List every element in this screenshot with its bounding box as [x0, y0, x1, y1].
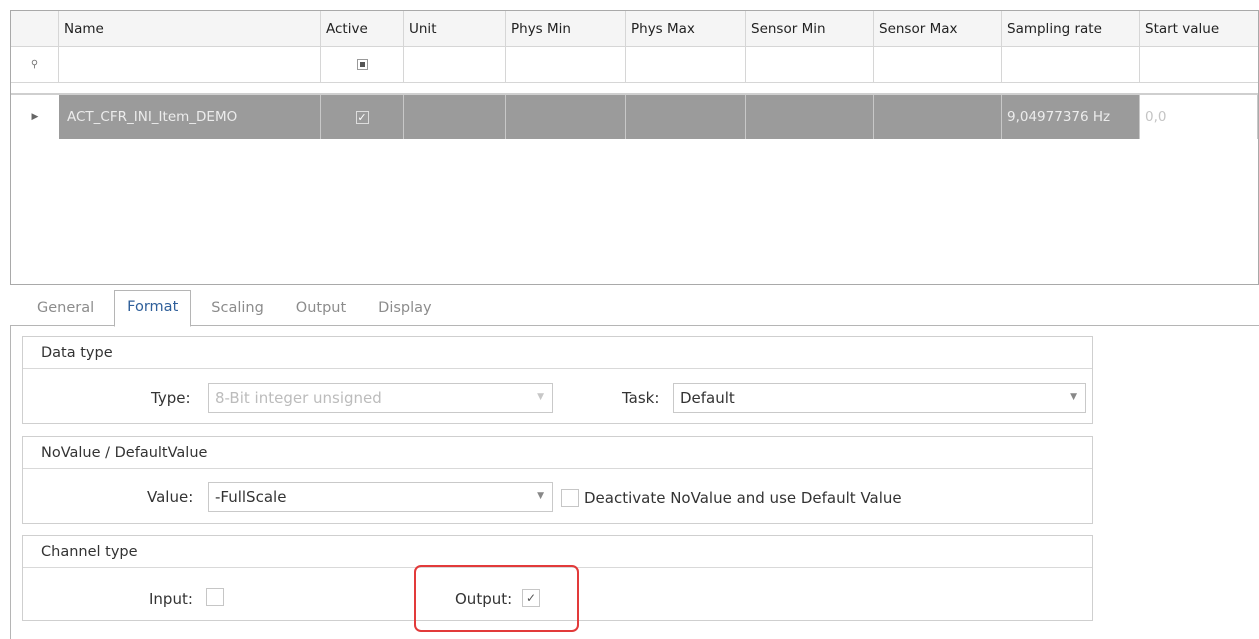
- input-label: Input:: [149, 590, 193, 608]
- table-row[interactable]: ▶ ACT_CFR_INI_Item_DEMO ✓ 9,04977376 Hz …: [11, 95, 1258, 139]
- tab-scaling[interactable]: Scaling: [199, 290, 276, 326]
- output-highlight-annotation: [414, 565, 579, 632]
- filter-row-indicator: ⚲: [11, 47, 59, 83]
- deactivate-novalue-checkbox[interactable]: [561, 489, 579, 507]
- chevron-down-icon[interactable]: ▼: [537, 491, 544, 501]
- row-indicator[interactable]: ▶: [11, 95, 59, 139]
- type-select-value: 8-Bit integer unsigned: [215, 389, 382, 407]
- chevron-down-icon: ▼: [537, 392, 544, 402]
- filter-phys-max-cell[interactable]: [626, 47, 746, 83]
- tab-output[interactable]: Output: [284, 290, 358, 326]
- novalue-group: NoValue / DefaultValue: [22, 436, 1093, 524]
- row-unit-cell[interactable]: [404, 95, 506, 139]
- auto-filter-row: ⚲: [11, 47, 1258, 83]
- grid-separator: [11, 83, 1258, 95]
- channel-grid: Name Active Unit Phys Min Phys Max Senso…: [10, 10, 1259, 285]
- channel-type-title: Channel type: [23, 536, 1092, 568]
- column-header-phys-max[interactable]: Phys Max: [626, 11, 746, 47]
- column-header-unit[interactable]: Unit: [404, 11, 506, 47]
- row-name-cell[interactable]: ACT_CFR_INI_Item_DEMO: [59, 95, 321, 139]
- filter-sensor-min-cell[interactable]: [746, 47, 874, 83]
- row-start-value-cell[interactable]: 0,0: [1140, 95, 1258, 139]
- type-label: Type:: [151, 389, 191, 407]
- filter-pin-icon: ⚲: [30, 59, 39, 70]
- novalue-title: NoValue / DefaultValue: [23, 437, 1092, 469]
- properties-tab-strip: General Format Scaling Output Display: [25, 290, 452, 327]
- task-label: Task:: [622, 389, 660, 407]
- header-indicator-cell: [11, 11, 59, 47]
- filter-unit-cell[interactable]: [404, 47, 506, 83]
- filter-sensor-max-cell[interactable]: [874, 47, 1002, 83]
- row-active-checkbox[interactable]: ✓: [355, 110, 369, 124]
- column-header-start-value[interactable]: Start value: [1140, 11, 1258, 47]
- novalue-select[interactable]: -FullScale ▼: [208, 482, 553, 512]
- filter-sampling-rate-cell[interactable]: [1002, 47, 1140, 83]
- data-type-title: Data type: [23, 337, 1092, 369]
- row-phys-max-cell[interactable]: [626, 95, 746, 139]
- filter-start-value-cell[interactable]: [1140, 47, 1258, 83]
- column-header-phys-min[interactable]: Phys Min: [506, 11, 626, 47]
- novalue-select-value: -FullScale: [215, 488, 287, 506]
- tab-display[interactable]: Display: [366, 290, 443, 326]
- input-checkbox[interactable]: [206, 588, 224, 606]
- tab-general[interactable]: General: [25, 290, 106, 326]
- column-header-sensor-min[interactable]: Sensor Min: [746, 11, 874, 47]
- row-sensor-max-cell[interactable]: [874, 95, 1002, 139]
- filter-active-cell[interactable]: [321, 47, 404, 83]
- filter-active-checkbox[interactable]: [356, 59, 368, 70]
- row-sampling-rate-cell[interactable]: 9,04977376 Hz: [1002, 95, 1140, 139]
- deactivate-novalue-label[interactable]: Deactivate NoValue and use Default Value: [584, 489, 902, 507]
- task-select[interactable]: Default ▼: [673, 383, 1086, 413]
- column-header-active[interactable]: Active: [321, 11, 404, 47]
- grid-header-row: Name Active Unit Phys Min Phys Max Senso…: [11, 11, 1258, 47]
- filter-phys-min-cell[interactable]: [506, 47, 626, 83]
- row-sensor-min-cell[interactable]: [746, 95, 874, 139]
- row-expand-icon[interactable]: ▶: [32, 112, 39, 122]
- chevron-down-icon[interactable]: ▼: [1070, 392, 1077, 402]
- column-header-name[interactable]: Name: [59, 11, 321, 47]
- column-header-sensor-max[interactable]: Sensor Max: [874, 11, 1002, 47]
- task-select-value: Default: [680, 389, 735, 407]
- value-label: Value:: [147, 488, 194, 506]
- type-select: 8-Bit integer unsigned ▼: [208, 383, 553, 413]
- row-active-cell[interactable]: ✓: [321, 95, 404, 139]
- tab-format[interactable]: Format: [114, 290, 192, 327]
- filter-name-cell[interactable]: [59, 47, 321, 83]
- row-phys-min-cell[interactable]: [506, 95, 626, 139]
- column-header-sampling-rate[interactable]: Sampling rate: [1002, 11, 1140, 47]
